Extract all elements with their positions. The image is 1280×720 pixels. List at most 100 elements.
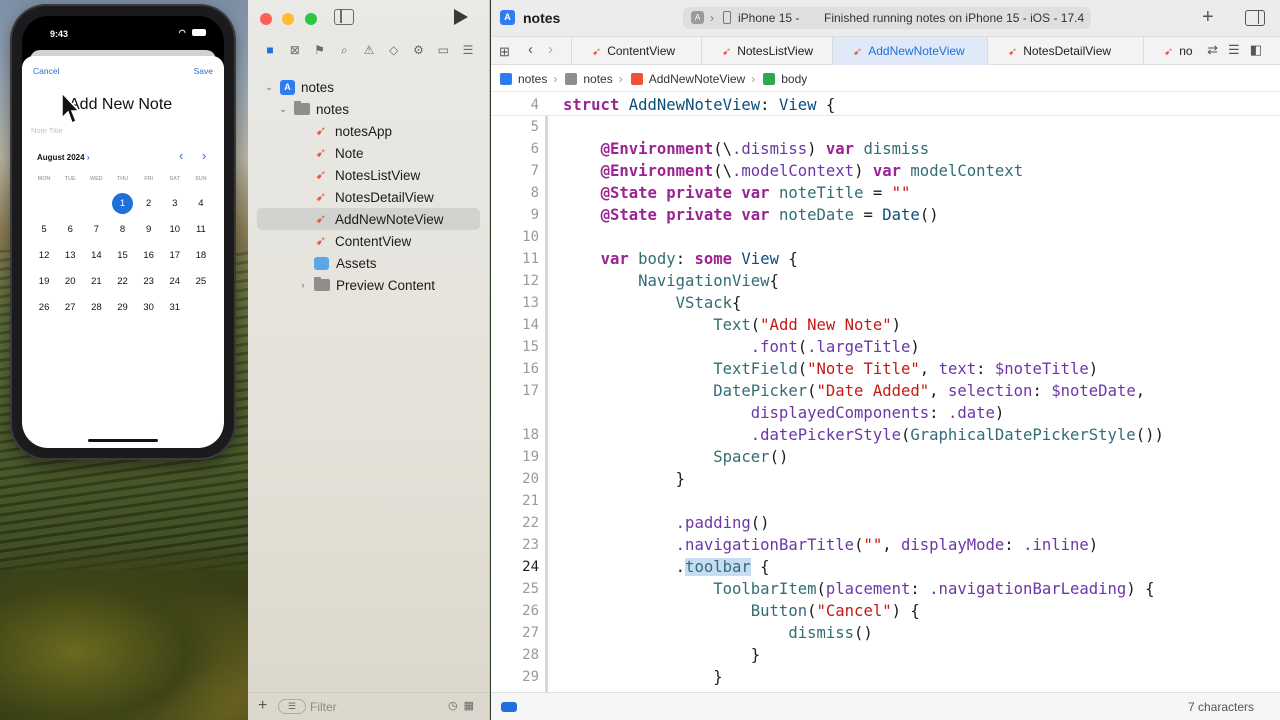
calendar-day[interactable]: 25	[188, 268, 214, 294]
editor-options-icons[interactable]: ⇄☰◧	[1207, 42, 1272, 58]
tab-notesdetailview[interactable]: ➹ NotesDetailView	[987, 37, 1143, 65]
tab-noteslistview[interactable]: ➹ NotesListView	[701, 37, 832, 65]
calendar-day[interactable]: 18	[188, 242, 214, 268]
note-title-field[interactable]: Note Title	[31, 126, 63, 135]
chevron-down-icon[interactable]: ⌄	[278, 104, 288, 115]
calendar-day[interactable]: 28	[83, 294, 109, 320]
calendar-day[interactable]: 14	[83, 242, 109, 268]
tab-no[interactable]: ➹ no	[1143, 37, 1193, 65]
filter-options-icon[interactable]: ☰	[278, 699, 306, 714]
chevron-down-icon[interactable]: ⌄	[264, 82, 274, 93]
calendar-day[interactable]: 15	[109, 242, 135, 268]
back-arrow-icon[interactable]: ‹	[528, 41, 533, 58]
code-line: 11 var body: some View {	[491, 248, 1280, 270]
forward-arrow-icon[interactable]: ›	[548, 41, 553, 58]
calendar-day[interactable]: 21	[83, 268, 109, 294]
run-button[interactable]	[454, 9, 468, 25]
tree-item-notes[interactable]: ⌄ Anotes	[248, 76, 490, 98]
calendar-day[interactable]: 20	[57, 268, 83, 294]
line-number: 7	[530, 163, 539, 179]
breadcrumb-item[interactable]: notes	[500, 72, 547, 86]
test-icon[interactable]: ◇	[386, 42, 402, 58]
tree-item-addnewnoteview[interactable]: ➹ AddNewNoteView	[257, 208, 480, 230]
tree-item-label: ContentView	[335, 233, 412, 249]
tree-item-notesdetailview[interactable]: ➹ NotesDetailView	[248, 186, 490, 208]
code-line: 23 .navigationBarTitle("", displayMode: …	[491, 534, 1280, 556]
line-number: 11	[522, 251, 539, 267]
tree-item-notesapp[interactable]: ➹ notesApp	[248, 120, 490, 142]
trees	[0, 550, 250, 720]
calendar-day[interactable]: 29	[109, 294, 135, 320]
close-window-button[interactable]	[260, 13, 272, 25]
tree-item-label: Note	[335, 145, 364, 161]
zoom-window-button[interactable]	[304, 13, 317, 25]
code-area[interactable]: 4 struct AddNewNoteView: View {5 6 @Enviro…	[491, 94, 1280, 692]
line-number: 26	[522, 603, 539, 619]
sidebar-toggle-icon[interactable]	[334, 9, 354, 25]
related-items-icon[interactable]: ⊞	[499, 44, 510, 60]
previous-month-button[interactable]: ‹	[179, 148, 183, 163]
cancel-button[interactable]: Cancel	[33, 66, 59, 76]
breadcrumb-item[interactable]: body	[763, 72, 807, 86]
add-library-button[interactable]: +	[1202, 6, 1214, 29]
report-icon[interactable]: ☰	[460, 42, 476, 58]
breadcrumb-item[interactable]: AddNewNoteView	[630, 72, 745, 86]
filter-toggle-icons[interactable]: ◷▦	[448, 699, 480, 712]
calendar-day[interactable]: 3	[162, 190, 188, 216]
minimize-window-button[interactable]	[282, 13, 295, 25]
add-file-button[interactable]: +	[258, 697, 267, 715]
calendar-day[interactable]: 11	[188, 216, 214, 242]
month-selector[interactable]: August 2024 ›	[37, 153, 89, 162]
calendar-day[interactable]: 24	[162, 268, 188, 294]
calendar-day[interactable]: 8	[109, 216, 135, 242]
inspector-toggle-icon[interactable]	[1245, 10, 1265, 26]
issue-warning-icon[interactable]: ⚠	[361, 42, 377, 58]
debug-icon[interactable]: ⚙	[411, 42, 427, 58]
activity-view[interactable]: A › iPhone 15 - Finished running notes o…	[683, 7, 1091, 29]
breadcrumb-item[interactable]: notes	[565, 72, 613, 86]
calendar-day[interactable]: 1	[109, 190, 135, 216]
line-number: 29	[522, 669, 539, 685]
calendar-day[interactable]: 10	[162, 216, 188, 242]
calendar-day[interactable]: 9	[136, 216, 162, 242]
tab-addnewnoteview[interactable]: ➹ AddNewNoteView	[832, 37, 987, 65]
save-button[interactable]: Save	[194, 66, 213, 76]
calendar-day[interactable]: 7	[83, 216, 109, 242]
tab-contentview[interactable]: ➹ ContentView	[571, 37, 701, 65]
tree-item-note[interactable]: ➹ Note	[248, 142, 490, 164]
calendar-day[interactable]: 13	[57, 242, 83, 268]
calendar-day[interactable]: 16	[136, 242, 162, 268]
tree-item-contentview[interactable]: ➹ ContentView	[248, 230, 490, 252]
calendar-day[interactable]: 30	[136, 294, 162, 320]
calendar-day[interactable]: 2	[136, 190, 162, 216]
calendar-day[interactable]: 23	[136, 268, 162, 294]
chevron-right-icon[interactable]: ›	[298, 280, 308, 290]
ios-status-bar: 9:43 ◠	[22, 16, 224, 48]
code-line: 28 }	[491, 644, 1280, 666]
calendar-day[interactable]: 27	[57, 294, 83, 320]
folder-navigator-icon[interactable]: ■	[262, 42, 278, 58]
tree-item-assets[interactable]: Assets	[248, 252, 490, 274]
search-icon[interactable]: ⌕	[336, 42, 352, 58]
breakpoint-icon[interactable]: ▭	[435, 42, 451, 58]
filter-input[interactable]: Filter	[310, 700, 337, 714]
weekday-header: MON TUE WED THU FRI SAT SUN	[31, 176, 214, 182]
calendar-day[interactable]: 26	[31, 294, 57, 320]
calendar-day[interactable]: 19	[31, 268, 57, 294]
next-month-button[interactable]: ›	[202, 148, 206, 163]
chevron-right-icon: ›	[86, 153, 90, 162]
tree-item-noteslistview[interactable]: ➹ NotesListView	[248, 164, 490, 186]
calendar-day[interactable]: 17	[162, 242, 188, 268]
tree-item-preview-content[interactable]: › Preview Content	[248, 274, 490, 296]
calendar-day[interactable]: 6	[57, 216, 83, 242]
calendar-day[interactable]: 22	[109, 268, 135, 294]
calendar-day[interactable]: 31	[162, 294, 188, 320]
calendar-day[interactable]: 5	[31, 216, 57, 242]
debug-area-toggle-icon[interactable]	[501, 702, 517, 712]
tree-item-notes[interactable]: ⌄ notes	[248, 98, 490, 120]
calendar-day[interactable]: 12	[31, 242, 57, 268]
source-control-icon[interactable]: ⊠	[287, 42, 303, 58]
calendar-day[interactable]: 4	[188, 190, 214, 216]
run-destination[interactable]: iPhone 15 -	[738, 11, 799, 25]
bookmark-icon[interactable]: ⚑	[312, 42, 328, 58]
